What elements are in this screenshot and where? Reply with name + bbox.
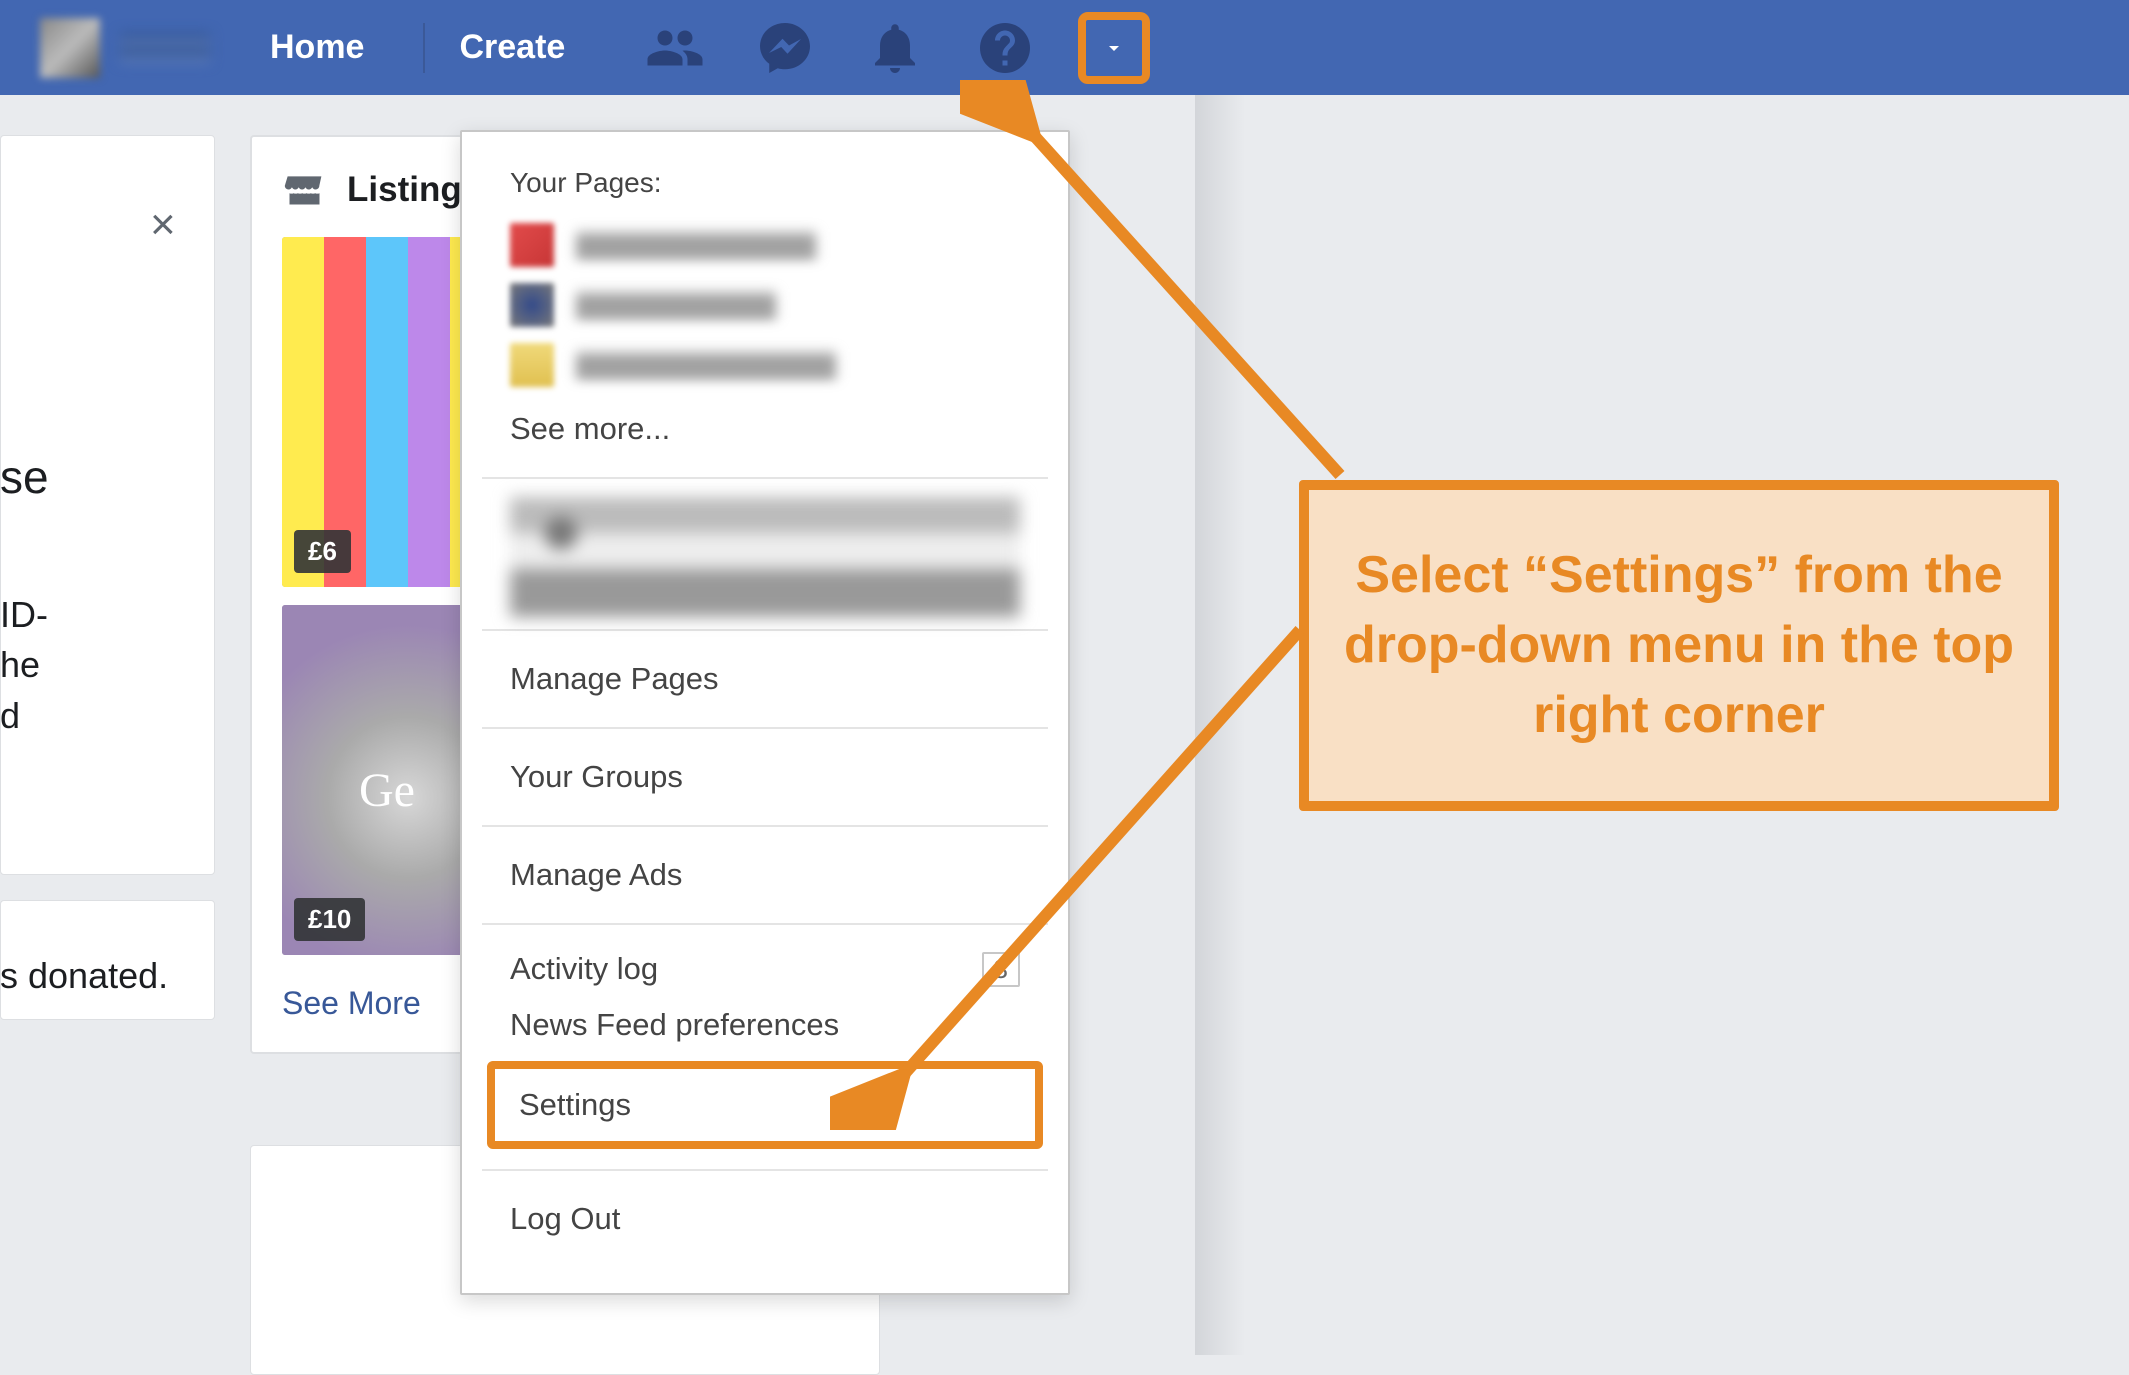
dd-settings[interactable]: Settings <box>487 1061 1043 1149</box>
account-menu-button[interactable] <box>1078 12 1150 84</box>
dd-blurred-profile[interactable] <box>510 497 1020 617</box>
dd-manage-pages[interactable]: Manage Pages <box>462 635 1068 723</box>
nav-create[interactable]: Create <box>459 28 565 67</box>
nav-home[interactable]: Home <box>270 28 364 67</box>
dd-activity-log[interactable]: Activity log 3 <box>462 929 1068 997</box>
dd-divider <box>482 1169 1048 1171</box>
friends-icon[interactable] <box>645 18 705 78</box>
help-icon[interactable] <box>975 18 1035 78</box>
fragment-se: se <box>0 450 49 504</box>
dd-activity-log-label: Activity log <box>510 951 658 987</box>
top-navbar: Home Create <box>0 0 2129 95</box>
price-tag-2: £10 <box>294 898 365 941</box>
profile-avatar[interactable] <box>40 18 100 78</box>
profile-name[interactable] <box>120 33 210 63</box>
price-tag-1: £6 <box>294 530 351 573</box>
dd-divider <box>482 825 1048 827</box>
dd-divider <box>482 727 1048 729</box>
fragment-donated: s donated. <box>0 955 168 997</box>
side-panel <box>0 135 215 875</box>
dd-see-more[interactable]: See more... <box>462 395 1068 473</box>
fragment-id: ID- he d <box>0 590 48 741</box>
dd-page-item[interactable] <box>462 275 1068 335</box>
dd-your-groups[interactable]: Your Groups <box>462 733 1068 821</box>
dd-news-feed-prefs[interactable]: News Feed preferences <box>462 997 1068 1057</box>
nav-divider <box>423 23 425 73</box>
dd-page-item[interactable] <box>462 215 1068 275</box>
activity-count-badge: 3 <box>982 952 1020 987</box>
messenger-icon[interactable] <box>755 18 815 78</box>
close-icon[interactable]: × <box>150 200 176 250</box>
chevron-down-icon <box>1102 36 1126 60</box>
notifications-icon[interactable] <box>865 18 925 78</box>
account-dropdown-menu: Your Pages: See more... Manage Pages You… <box>460 130 1070 1295</box>
store-icon <box>282 167 327 212</box>
dd-divider <box>482 629 1048 631</box>
dd-divider <box>482 923 1048 925</box>
instruction-callout: Select “Settings” from the drop-down men… <box>1299 480 2059 811</box>
dd-log-out[interactable]: Log Out <box>462 1175 1068 1263</box>
page-edge-shadow <box>1195 0 1245 1355</box>
dd-manage-ads[interactable]: Manage Ads <box>462 831 1068 919</box>
listing-heading: Listing <box>347 170 462 210</box>
dd-page-item[interactable] <box>462 335 1068 395</box>
dd-your-pages-label: Your Pages: <box>462 157 1068 215</box>
dd-divider <box>482 477 1048 479</box>
